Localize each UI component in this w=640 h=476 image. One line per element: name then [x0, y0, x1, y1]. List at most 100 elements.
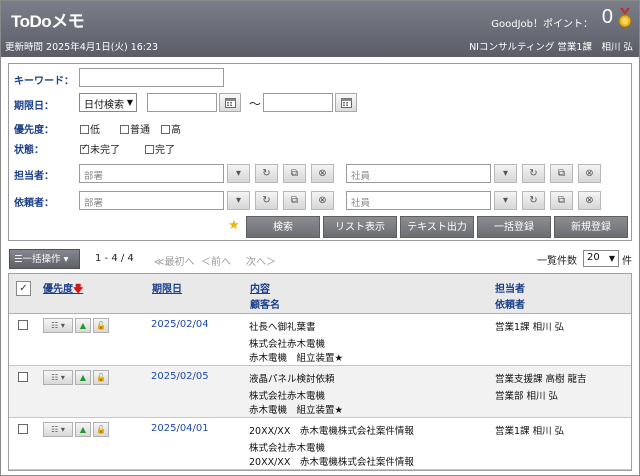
assignee-dept-input[interactable]: 部署: [79, 164, 224, 183]
status-incomplete-checkbox[interactable]: 未完了: [80, 141, 120, 156]
keyword-input[interactable]: [79, 68, 224, 87]
header-customer: 顧客名: [250, 300, 280, 311]
app-title: ToDoメモ: [11, 12, 85, 31]
priority-normal-checkbox[interactable]: 普通: [120, 121, 150, 136]
priority-label: 優先度：: [14, 125, 54, 136]
chevron-down-icon: ▼: [126, 98, 133, 107]
row-due-date[interactable]: 2025/02/05: [151, 371, 209, 382]
per-page-select[interactable]: 20 ▼: [583, 250, 619, 267]
bulk-actions-label: 一括操作: [22, 254, 61, 265]
row-content[interactable]: 20XX/XX 赤木電機株式会社案件情報: [249, 423, 414, 437]
calendar-to-button[interactable]: [335, 93, 357, 112]
lock-icon[interactable]: 🔓: [93, 370, 109, 385]
pager-next-link[interactable]: 次へ＞: [246, 253, 276, 268]
requester-dept-reset-button[interactable]: ↻: [255, 191, 278, 210]
row-checkbox[interactable]: [18, 320, 28, 330]
status-complete-checkbox[interactable]: 完了: [145, 141, 175, 156]
due-mode-value: 日付検索: [84, 100, 124, 111]
list-view-button[interactable]: リスト表示: [323, 216, 397, 238]
lock-icon[interactable]: 🔓: [93, 318, 109, 333]
row-customer: 株式会社赤木電機: [249, 443, 326, 454]
table-row: ☷ ▾ ▲ 🔓 2025/02/05 液晶パネル検討依頼 株式会社赤木電機 赤木…: [9, 366, 631, 418]
row-due-date[interactable]: 2025/02/04: [151, 319, 209, 330]
row-customer: 株式会社赤木電機: [249, 391, 326, 402]
bulk-actions-button[interactable]: ☰一括操作 ▾: [9, 249, 80, 269]
due-from-input[interactable]: [147, 93, 217, 112]
row-content[interactable]: 液晶パネル検討依頼: [249, 371, 335, 385]
row-project: 20XX/XX 赤木電機株式会社案件情報: [249, 457, 414, 468]
priority-low-checkbox[interactable]: 低: [80, 121, 100, 136]
row-assignee: 営業1課 相川 弘: [495, 426, 565, 437]
status-complete-label: 完了: [155, 145, 175, 156]
user-organization: NIコンサルティング 営業1課 相川 弘: [469, 42, 633, 53]
per-page-unit: 件: [622, 256, 632, 267]
row-checkbox[interactable]: [18, 372, 28, 382]
requester-dept-copy-button[interactable]: ⧉: [283, 191, 306, 210]
row-content[interactable]: 社長へ御礼葉書: [249, 319, 316, 333]
calendar-from-button[interactable]: [219, 93, 241, 112]
row-checkbox[interactable]: [18, 424, 28, 434]
updated-time: 更新時間 2025年4月1日(火) 16:23: [5, 42, 159, 53]
alert-icon[interactable]: ▲: [75, 370, 91, 385]
status-incomplete-label: 未完了: [90, 145, 120, 156]
lock-icon[interactable]: 🔓: [93, 422, 109, 437]
row-project: 赤木電機 組立装置★: [249, 353, 344, 364]
row-assignee: 営業支援課 高樹 龍吉: [495, 374, 587, 385]
assignee-staff-reset-button[interactable]: ↻: [522, 164, 545, 183]
requester-staff-clear-button[interactable]: ⊗: [578, 191, 601, 210]
search-button[interactable]: 検索: [246, 216, 320, 238]
chevron-down-icon: ▼: [608, 254, 615, 263]
requester-staff-reset-button[interactable]: ↻: [522, 191, 545, 210]
row-due-date[interactable]: 2025/04/01: [151, 423, 209, 434]
pager-first-link[interactable]: ≪最初へ: [154, 253, 194, 268]
alert-icon[interactable]: ▲: [75, 318, 91, 333]
assignee-staff-dropdown-button[interactable]: ▾: [494, 164, 517, 183]
list-icon: ☰: [14, 254, 23, 265]
points-value: 0: [601, 6, 613, 28]
requester-staff-input[interactable]: 社員: [346, 191, 491, 210]
assignee-dept-copy-button[interactable]: ⧉: [283, 164, 306, 183]
range-tilde: ～: [249, 97, 262, 111]
due-mode-select[interactable]: 日付検索 ▼: [79, 93, 137, 112]
per-page-value: 20: [587, 252, 600, 263]
priority-menu-button[interactable]: ☷ ▾: [43, 422, 73, 437]
requester-dept-clear-button[interactable]: ⊗: [311, 191, 334, 210]
assignee-dept-clear-button[interactable]: ⊗: [311, 164, 334, 183]
header-due[interactable]: 期限日: [152, 280, 182, 295]
table-row: ☷ ▾ ▲ 🔓 2025/02/04 社長へ御礼葉書 株式会社赤木電機 赤木電機…: [9, 314, 631, 366]
assignee-staff-input[interactable]: 社員: [346, 164, 491, 183]
header-priority[interactable]: 優先度🡇: [43, 280, 83, 299]
priority-menu-button[interactable]: ☷ ▾: [43, 370, 73, 385]
requester-dept-input[interactable]: 部署: [79, 191, 224, 210]
select-all-checkbox[interactable]: ✓: [16, 281, 31, 296]
app-window: ToDoメモ GoodJob！ポイント： 0 更新時間 2025年4月1日(火)…: [0, 0, 640, 476]
app-header: ToDoメモ GoodJob！ポイント： 0 更新時間 2025年4月1日(火)…: [1, 1, 639, 57]
pager-range: 1 - 4 / 4: [95, 253, 134, 264]
assignee-label: 担当者：: [14, 171, 54, 182]
priority-low-label: 低: [90, 125, 100, 136]
star-icon[interactable]: ★: [228, 218, 240, 233]
alert-icon[interactable]: ▲: [75, 422, 91, 437]
requester-staff-dropdown-button[interactable]: ▾: [494, 191, 517, 210]
status-label: 状態：: [14, 145, 44, 156]
assignee-dept-reset-button[interactable]: ↻: [255, 164, 278, 183]
requester-dept-dropdown-button[interactable]: ▾: [227, 191, 250, 210]
priority-menu-button[interactable]: ☷ ▾: [43, 318, 73, 333]
assignee-staff-copy-button[interactable]: ⧉: [550, 164, 573, 183]
assignee-dept-dropdown-button[interactable]: ▾: [227, 164, 250, 183]
header-content[interactable]: 内容: [250, 280, 270, 295]
row-actions: ☷ ▾ ▲ 🔓: [43, 422, 115, 438]
pager-prev-link[interactable]: ＜前へ: [201, 253, 231, 268]
assignee-staff-clear-button[interactable]: ⊗: [578, 164, 601, 183]
priority-high-checkbox[interactable]: 高: [161, 121, 181, 136]
new-register-button[interactable]: 新規登録: [554, 216, 628, 238]
row-project: 赤木電機 組立装置★: [249, 405, 344, 416]
row-requester: 営業部 相川 弘: [495, 391, 559, 402]
due-label: 期限日：: [14, 101, 54, 112]
header-priority-label: 優先度: [43, 284, 73, 295]
due-to-input[interactable]: [263, 93, 333, 112]
text-export-button[interactable]: テキスト出力: [400, 216, 474, 238]
table-row: ☷ ▾ ▲ 🔓 2025/04/01 20XX/XX 赤木電機株式会社案件情報 …: [9, 418, 631, 470]
bulk-register-button[interactable]: 一括登録: [477, 216, 551, 238]
requester-staff-copy-button[interactable]: ⧉: [550, 191, 573, 210]
